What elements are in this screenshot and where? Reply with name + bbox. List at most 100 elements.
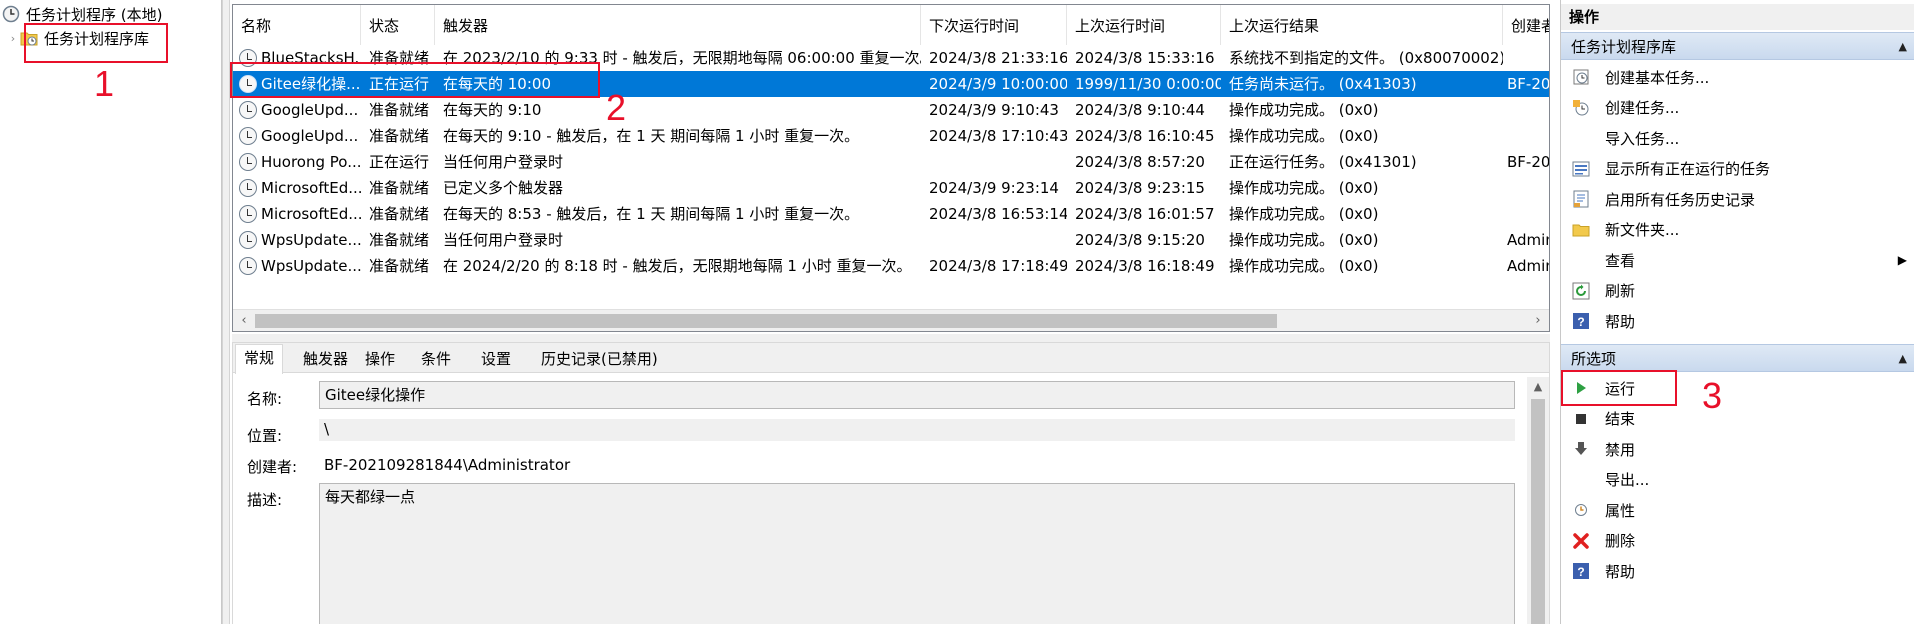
scroll-left-icon[interactable]: ‹ xyxy=(233,310,255,331)
action-item[interactable]: 刷新 xyxy=(1561,277,1914,305)
task-name: MicrosoftEd... xyxy=(261,179,361,197)
action-item[interactable]: 删除 xyxy=(1561,527,1914,555)
column-header-author[interactable]: 创建者 xyxy=(1503,5,1549,45)
scroll-right-icon[interactable]: › xyxy=(1527,310,1549,331)
action-item[interactable]: 导入任务... xyxy=(1561,124,1914,152)
action-item[interactable]: ? 帮助 xyxy=(1561,307,1914,335)
task-clock-icon xyxy=(239,179,257,197)
help-icon: ? xyxy=(1571,561,1591,581)
action-item[interactable]: 禁用 xyxy=(1561,435,1914,463)
annotation-box-3 xyxy=(1561,370,1677,406)
task-row[interactable]: WpsUpdate... 准备就绪 当任何用户登录时 2024/3/8 9:15:20… xyxy=(233,227,1549,253)
disable-icon xyxy=(1571,439,1591,459)
cell-next-run: 2024/3/8 21:33:16 xyxy=(929,49,1067,67)
action-item-label: 结束 xyxy=(1605,410,1636,428)
tab-general[interactable]: 常规 xyxy=(235,344,284,374)
action-item[interactable]: 结束 xyxy=(1561,405,1914,433)
vertical-scrollbar[interactable]: ▲ xyxy=(1527,377,1549,624)
task-row[interactable]: GoogleUpd... 准备就绪 在每天的 9:10 - 触发后，在 1 天 期间… xyxy=(233,123,1549,149)
tab-settings[interactable]: 设置 xyxy=(473,346,519,373)
submenu-arrow-icon: ▶ xyxy=(1897,253,1907,267)
column-header-next-run[interactable]: 下次运行时间 xyxy=(921,5,1067,45)
action-item-label: 删除 xyxy=(1605,532,1636,550)
action-item[interactable]: 查看 ▶ xyxy=(1561,246,1914,274)
cell-status: 准备就绪 xyxy=(369,205,430,223)
section-task-library[interactable]: 任务计划程序库 ▲ xyxy=(1561,32,1914,60)
cell-name: MicrosoftEd... xyxy=(239,175,361,201)
tab-actions[interactable]: 操作 xyxy=(357,346,403,373)
task-row[interactable]: MicrosoftEd... 准备就绪 在每天的 8:53 - 触发后，在 1 天 … xyxy=(233,201,1549,227)
description-label: 描述: xyxy=(247,491,283,509)
task-row[interactable]: GoogleUpd... 准备就绪 在每天的 9:10 2024/3/9 9:10:4… xyxy=(233,97,1549,123)
action-item[interactable]: 新文件夹... xyxy=(1561,216,1914,244)
action-item[interactable]: 启用所有任务历史记录 xyxy=(1561,185,1914,213)
cell-name: MicrosoftEd... xyxy=(239,201,361,227)
action-item-label: 创建基本任务... xyxy=(1605,68,1710,87)
name-label: 名称: xyxy=(247,390,283,408)
action-item[interactable]: 导出... xyxy=(1561,466,1914,494)
column-header-name[interactable]: 名称 xyxy=(233,5,361,45)
tab-conditions[interactable]: 条件 xyxy=(413,346,459,373)
author-label: 创建者: xyxy=(247,458,298,476)
action-item-label: 刷新 xyxy=(1605,282,1636,300)
detail-tabs: 常规 触发器 操作 条件 设置 历史记录(已禁用) xyxy=(233,343,1549,374)
tab-triggers[interactable]: 触发器 xyxy=(295,346,356,373)
cell-next-run: 2024/3/9 9:23:14 xyxy=(929,179,1059,197)
cell-status: 正在运行 xyxy=(369,153,430,171)
cell-name: WpsUpdate... xyxy=(239,227,361,253)
properties-icon xyxy=(1571,500,1591,520)
scrollbar-thumb[interactable] xyxy=(255,314,1277,328)
task-name: MicrosoftEd... xyxy=(261,205,361,223)
cell-trigger: 在每天的 9:10 - 触发后，在 1 天 期间每隔 1 小时 重复一次。 xyxy=(443,127,860,145)
description-field[interactable]: 每天都绿一点 xyxy=(319,483,1515,624)
cell-name: GoogleUpd... xyxy=(239,97,361,123)
horizontal-scrollbar[interactable]: ‹ › xyxy=(233,309,1549,331)
left-splitter[interactable] xyxy=(222,0,230,624)
horizontal-splitter[interactable] xyxy=(232,334,1550,342)
column-header-trigger[interactable]: 触发器 xyxy=(435,5,921,45)
annotation-box-2 xyxy=(230,62,600,98)
tree-item-root-label: 任务计划程序 (本地) xyxy=(26,5,163,24)
cell-name: GoogleUpd... xyxy=(239,123,361,149)
chevron-right-icon[interactable]: › xyxy=(6,32,20,45)
collapse-icon[interactable]: ▲ xyxy=(1899,33,1907,61)
cell-author: BF-202 xyxy=(1507,75,1550,93)
cell-last-result: 操作成功完成。 (0x0) xyxy=(1229,101,1379,119)
collapse-icon[interactable]: ▲ xyxy=(1899,345,1907,373)
annotation-box-1 xyxy=(24,23,168,63)
tab-history[interactable]: 历史记录(已禁用) xyxy=(533,346,666,373)
stop-icon xyxy=(1571,409,1591,429)
column-header-last-run[interactable]: 上次运行时间 xyxy=(1067,5,1221,45)
section-selected-item[interactable]: 所选项 ▲ xyxy=(1561,344,1914,372)
cell-author xyxy=(1507,123,1549,149)
task-row[interactable]: WpsUpdate... 准备就绪在 2024/2/20 的 8:18 时 - 触… xyxy=(233,253,1549,279)
action-item[interactable]: 创建基本任务... xyxy=(1561,63,1914,91)
task-name: GoogleUpd... xyxy=(261,101,359,119)
action-item[interactable]: 属性 xyxy=(1561,496,1914,524)
annotation-number-2: 2 xyxy=(606,87,627,128)
action-item-label: 启用所有任务历史记录 xyxy=(1605,190,1756,209)
cell-next-run: 2024/3/9 9:10:43 xyxy=(929,101,1059,119)
cell-last-result: 操作成功完成。 (0x0) xyxy=(1229,231,1379,249)
task-list: 名称 状态 触发器 下次运行时间 上次运行时间 上次运行结果 创建者 BlueS… xyxy=(232,4,1550,332)
action-item[interactable]: 显示所有正在运行的任务 xyxy=(1561,155,1914,183)
scroll-up-icon[interactable]: ▲ xyxy=(1527,377,1549,397)
scrollbar-thumb[interactable] xyxy=(1531,399,1545,624)
action-item-label: 显示所有正在运行的任务 xyxy=(1605,160,1771,178)
column-header-last-result[interactable]: 上次运行结果 xyxy=(1221,5,1503,45)
action-item[interactable]: ? 帮助 xyxy=(1561,557,1914,585)
cell-trigger: 当任何用户登录时 xyxy=(443,231,564,249)
column-header-status[interactable]: 状态 xyxy=(361,5,435,45)
cell-last-result: 操作成功完成。 (0x0) xyxy=(1229,179,1379,197)
cell-next-run: 2024/3/9 10:00:00 xyxy=(929,75,1067,93)
task-row[interactable]: Huorong Po... 正在运行 当任何用户登录时 2024/3/8 8:57:2… xyxy=(233,149,1549,175)
cell-trigger: 在每天的 9:10 xyxy=(443,101,542,119)
refresh-icon xyxy=(1571,281,1591,301)
action-item[interactable]: 创建任务... xyxy=(1561,94,1914,122)
task-clock-icon xyxy=(239,127,257,145)
name-field[interactable]: Gitee绿化操作 xyxy=(319,381,1515,409)
action-item-label: 新文件夹... xyxy=(1605,221,1680,239)
action-item-label: 导出... xyxy=(1605,471,1650,489)
task-clock-icon xyxy=(239,153,257,171)
task-row[interactable]: MicrosoftEd... 准备就绪 已定义多个触发器 2024/3/9 9:23:… xyxy=(233,175,1549,201)
